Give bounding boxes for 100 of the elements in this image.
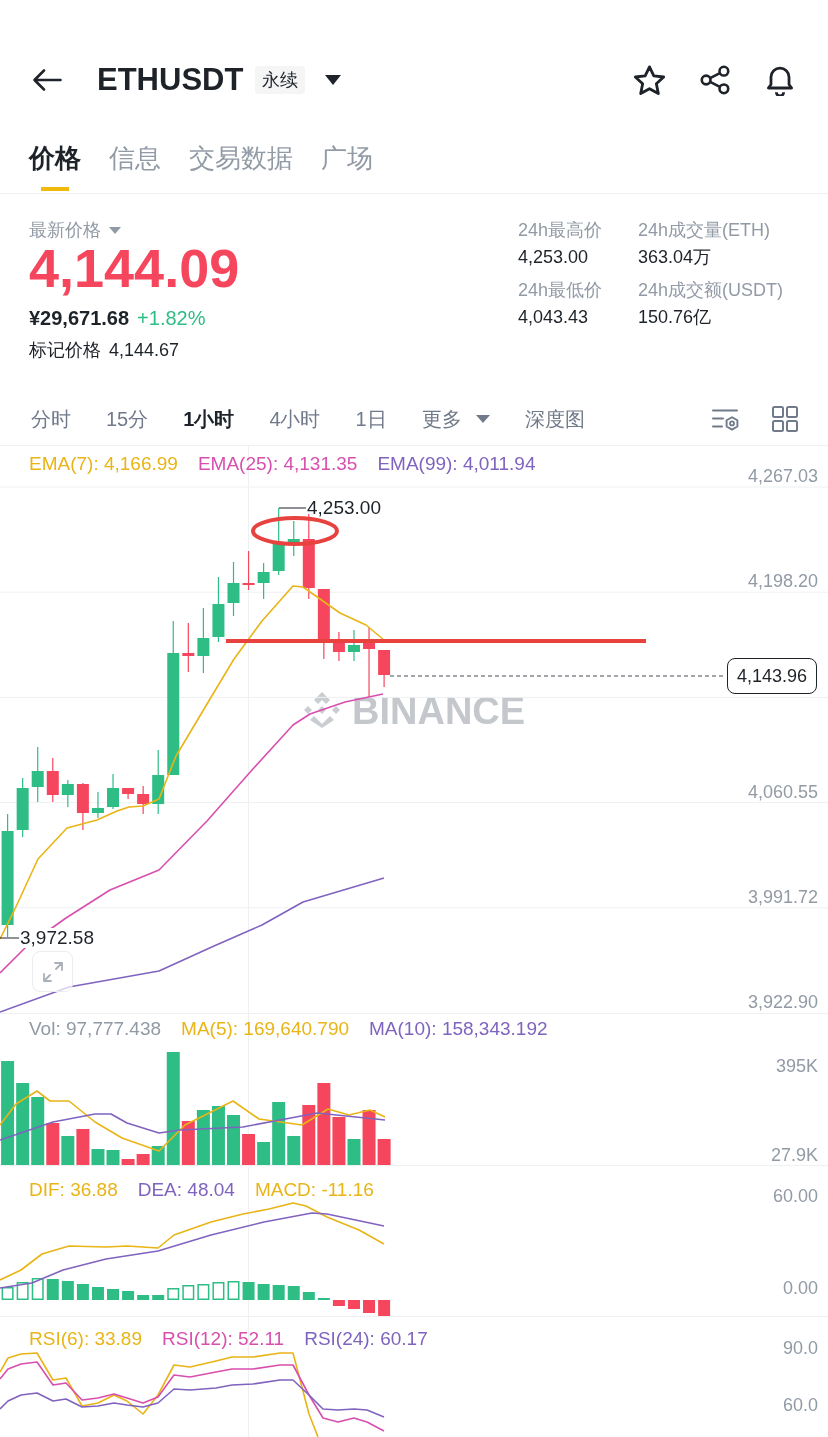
axis-label: 90.0 xyxy=(782,1337,818,1360)
caret-icon xyxy=(109,227,121,234)
axis-label: 4,060.55 xyxy=(747,780,818,804)
axis-label: 60.0 xyxy=(782,1394,818,1417)
watermark-text: BINANCE xyxy=(352,691,526,731)
bell-icon[interactable] xyxy=(765,64,795,96)
high-price-label: 4,253.00 xyxy=(307,498,381,518)
candle xyxy=(212,577,225,642)
interval-tab[interactable]: 1小时 xyxy=(183,404,235,433)
macd-bar xyxy=(378,1300,391,1316)
last-price-label: 4,143.96 xyxy=(727,658,817,694)
volume-bar xyxy=(211,1106,225,1165)
axis-label: 4,267.03 xyxy=(747,465,818,488)
more-menu-button[interactable]: 更多 xyxy=(421,404,490,433)
macd-bar xyxy=(182,1285,195,1300)
candle xyxy=(182,623,195,672)
indicator-value: EMA(7): 4,166.99 xyxy=(29,452,178,476)
stat-label: 24h最低价 xyxy=(518,279,603,302)
macd-bar xyxy=(61,1281,74,1300)
stat-label: 24h成交量(ETH) xyxy=(638,219,771,242)
interval-tab[interactable]: 深度图 xyxy=(524,404,585,433)
tab[interactable]: 价格 xyxy=(29,141,81,191)
macd-bar xyxy=(167,1288,180,1300)
indicator-value: RSI(12): 52.11 xyxy=(162,1327,285,1351)
candle xyxy=(317,589,330,659)
macd-bar xyxy=(272,1285,285,1300)
stat-value: 363.04万 xyxy=(638,246,712,269)
axis-label: 3,991.72 xyxy=(747,885,818,909)
candle xyxy=(257,563,270,599)
volume-bar xyxy=(227,1115,240,1165)
contract-type-badge: 永续 xyxy=(255,66,306,94)
macd-bar xyxy=(46,1279,59,1300)
axis-label: 60.00 xyxy=(772,1185,818,1208)
price-change: +1.82% xyxy=(137,306,206,331)
mark-price-value: 4,144.67 xyxy=(109,339,180,362)
candle xyxy=(348,630,360,661)
macd-bar xyxy=(107,1289,119,1300)
candle xyxy=(272,508,285,575)
macd-bar xyxy=(227,1281,240,1300)
axis-label: 3,922.90 xyxy=(747,991,818,1013)
stat-value: 150.76亿 xyxy=(638,306,712,329)
macd-bar xyxy=(122,1291,135,1300)
leader-line xyxy=(279,507,306,509)
volume-bar xyxy=(196,1110,210,1165)
candle xyxy=(76,783,89,830)
candle xyxy=(227,562,240,616)
mark-price-label: 标记价格 xyxy=(29,339,101,362)
macd-bar xyxy=(242,1282,255,1300)
interval-tab[interactable]: 15分 xyxy=(106,404,149,433)
candle xyxy=(46,758,59,802)
candle xyxy=(137,786,150,814)
back-arrow-icon[interactable] xyxy=(32,68,62,92)
interval-tab[interactable]: 分时 xyxy=(31,404,71,433)
macd-bar xyxy=(302,1292,315,1300)
axis-label: 395K xyxy=(775,1055,818,1078)
star-icon[interactable] xyxy=(634,65,665,95)
caret-icon[interactable] xyxy=(325,75,342,85)
macd-bar xyxy=(152,1295,165,1300)
grid-icon[interactable] xyxy=(772,405,798,432)
candle xyxy=(242,551,255,590)
tab[interactable]: 广场 xyxy=(321,141,373,175)
tab[interactable]: 交易数据 xyxy=(189,141,293,175)
macd-bar xyxy=(363,1300,376,1313)
candle xyxy=(332,632,345,661)
candle xyxy=(91,792,104,818)
stat-label: 24h最高价 xyxy=(518,219,603,242)
candle xyxy=(107,774,119,809)
macd-bar xyxy=(287,1286,300,1300)
candle xyxy=(378,650,391,687)
volume-bar xyxy=(242,1134,256,1165)
interval-tab[interactable]: 1日 xyxy=(355,404,387,433)
indicator-value: RSI(24): 60.17 xyxy=(304,1327,428,1351)
price-type-selector[interactable]: 最新价格 xyxy=(29,217,121,244)
share-icon[interactable] xyxy=(700,65,730,95)
indicator-value: MA(10): 158,343.192 xyxy=(369,1017,548,1041)
indicator-value: Vol: 97,777.438 xyxy=(29,1017,162,1041)
axis-label: 27.9K xyxy=(770,1144,818,1165)
candle xyxy=(61,780,74,807)
indicator-value: EMA(25): 4,131.35 xyxy=(197,452,358,476)
indicator-value: RSI(6): 33.89 xyxy=(29,1327,142,1351)
axis-label: 4,198.20 xyxy=(747,570,818,594)
candle xyxy=(31,747,44,802)
axis-label: 0.00 xyxy=(782,1277,818,1300)
candle xyxy=(16,778,29,837)
fiat-price: ¥29,671.68 xyxy=(29,306,130,331)
macd-bar xyxy=(76,1284,89,1300)
tab[interactable]: 信息 xyxy=(109,141,161,175)
interval-tab[interactable]: 4小时 xyxy=(269,404,321,433)
macd-bar xyxy=(137,1295,150,1300)
diamond-logo-icon xyxy=(302,690,342,730)
indicator-value: MA(5): 169,640.790 xyxy=(181,1017,350,1041)
candle xyxy=(363,628,376,697)
stat-label: 24h成交额(USDT) xyxy=(638,279,784,302)
candle xyxy=(287,521,300,556)
tab-indicator xyxy=(41,187,69,191)
candle xyxy=(122,788,135,799)
candle xyxy=(197,608,210,673)
indicator-value: DIF: 36.88 xyxy=(29,1178,118,1202)
symbol-title: ETHUSDT xyxy=(97,61,244,99)
indicator-value: EMA(99): 4,011.94 xyxy=(377,452,536,476)
